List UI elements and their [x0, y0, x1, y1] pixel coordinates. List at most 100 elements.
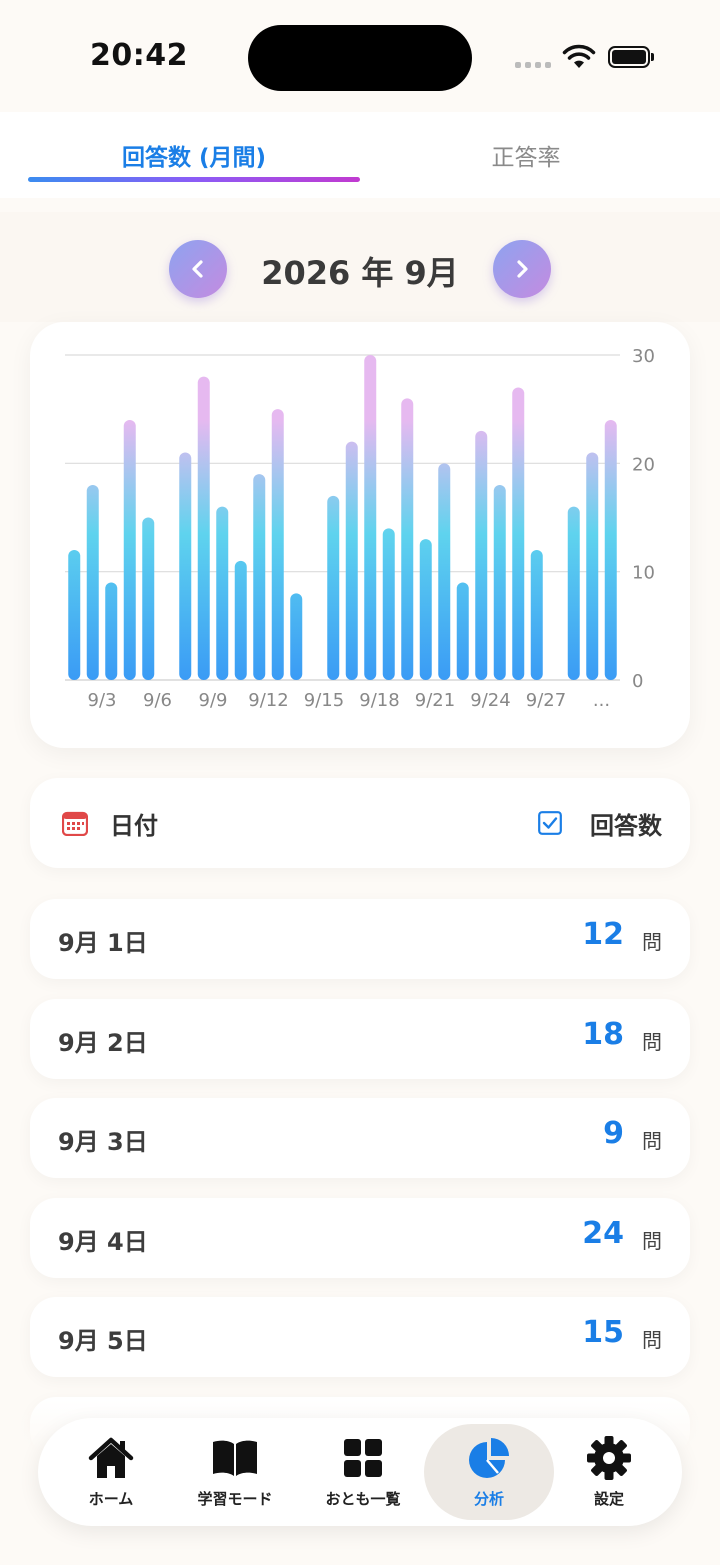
x-tick-label: 9/15	[304, 690, 344, 711]
bar-9/20[interactable]	[419, 539, 432, 680]
dynamic-island	[248, 25, 472, 91]
chevron-left-icon	[192, 260, 203, 278]
bar-9/13[interactable]	[290, 593, 303, 680]
list-item[interactable]: 9月 4日 24 問	[30, 1198, 690, 1278]
row-date: 9月 4日	[58, 1228, 148, 1256]
bar-9/18[interactable]	[382, 528, 395, 680]
bar-9/10[interactable]	[234, 560, 247, 680]
bar-9/28[interactable]	[567, 506, 580, 680]
bar-9/4[interactable]	[123, 420, 136, 680]
x-tick-label: 9/18	[359, 690, 399, 711]
list-item[interactable]: 9月 1日 12 問	[30, 899, 690, 979]
x-tick-label: 9/12	[248, 690, 288, 711]
bar-9/21[interactable]	[438, 463, 451, 680]
nav-analysis-label: 分析	[473, 1490, 504, 1508]
x-tick-label: ...	[593, 690, 610, 711]
gear-icon	[587, 1436, 631, 1480]
bar-9/19[interactable]	[401, 398, 414, 680]
checkbox-icon	[538, 811, 562, 835]
list-item[interactable]: 9月 2日 18 問	[30, 999, 690, 1079]
chevron-right-icon	[517, 260, 528, 278]
bar-9/23[interactable]	[475, 430, 488, 680]
grid-icon	[344, 1439, 382, 1477]
wifi-icon	[562, 44, 596, 68]
pie-chart-icon	[469, 1438, 509, 1478]
bar-9/12[interactable]	[271, 409, 284, 680]
bar-9/25[interactable]	[512, 387, 525, 681]
calendar-icon	[62, 811, 88, 836]
bar-9/9[interactable]	[216, 506, 229, 680]
bar-9/3[interactable]	[105, 582, 118, 681]
bottom-nav: ホーム 学習モード おとも一覧 分析 設定	[38, 1418, 682, 1526]
bar-9/1[interactable]	[68, 550, 81, 680]
bar-9/2[interactable]	[86, 485, 99, 680]
row-count: 9	[603, 1116, 624, 1151]
nav-settings[interactable]: 設定	[546, 1418, 672, 1526]
row-unit: 問	[642, 1328, 662, 1352]
date-column-label: 日付	[110, 812, 158, 840]
month-navigator: 2026 年 9月	[0, 212, 720, 322]
row-date: 9月 5日	[58, 1327, 148, 1355]
home-icon	[88, 1437, 134, 1478]
x-tick-label: 9/3	[88, 690, 117, 711]
bar-9/16[interactable]	[345, 441, 358, 680]
list-item[interactable]: 9月 3日 9 問	[30, 1098, 690, 1178]
bar-9/7[interactable]	[179, 452, 192, 681]
nav-settings-label: 設定	[593, 1490, 624, 1508]
month-title: 2026 年 9月	[261, 254, 459, 292]
bar-9/11[interactable]	[253, 474, 266, 680]
bar-9/17[interactable]	[364, 355, 377, 680]
active-tab-indicator	[28, 177, 360, 182]
bar-9/15[interactable]	[327, 495, 340, 680]
bar-9/22[interactable]	[456, 582, 469, 681]
row-count: 15	[582, 1315, 624, 1350]
row-count: 12	[582, 917, 624, 952]
nav-home-label: ホーム	[88, 1490, 134, 1508]
bar-9/24[interactable]	[493, 485, 506, 680]
list-header: 日付 回答数	[30, 778, 690, 868]
prev-month-button[interactable]	[169, 240, 227, 298]
nav-otomo-list[interactable]: おとも一覧	[300, 1418, 426, 1526]
y-tick-label: 0	[632, 671, 643, 692]
bar-9/29[interactable]	[586, 452, 599, 681]
next-month-button[interactable]	[493, 240, 551, 298]
count-column-label: 回答数	[590, 812, 662, 840]
x-tick-label: 9/9	[199, 690, 228, 711]
row-unit: 問	[642, 930, 662, 954]
book-icon	[213, 1440, 257, 1476]
row-count: 18	[582, 1017, 624, 1052]
nav-study-mode[interactable]: 学習モード	[172, 1418, 298, 1526]
row-unit: 問	[642, 1229, 662, 1253]
segment-tabs: 回答数 (月間) 正答率	[0, 112, 720, 198]
nav-home[interactable]: ホーム	[48, 1418, 174, 1526]
y-tick-label: 20	[632, 454, 655, 475]
battery-icon	[608, 46, 654, 68]
list-item[interactable]: 9月 5日 15 問	[30, 1297, 690, 1377]
row-count: 24	[582, 1216, 624, 1251]
row-date: 9月 1日	[58, 929, 148, 957]
tab-monthly-answers[interactable]: 回答数 (月間)	[14, 112, 374, 198]
bar-chart: 0 10 20 30 9/3 9/6 9/9 9/12 9/15 9/18 9/21 9/24 9/2…	[65, 346, 655, 711]
y-tick-label: 30	[632, 346, 655, 367]
bar-9/26[interactable]	[530, 550, 543, 680]
x-tick-label: 9/21	[415, 690, 455, 711]
tab-accuracy[interactable]: 正答率	[346, 112, 706, 198]
status-time: 20:42	[90, 38, 188, 73]
x-tick-label: 9/6	[143, 690, 172, 711]
row-date: 9月 2日	[58, 1029, 148, 1057]
nav-otomo-list-label: おとも一覧	[325, 1490, 401, 1508]
y-tick-label: 10	[632, 563, 655, 584]
bar-9/8[interactable]	[197, 376, 210, 680]
nav-study-mode-label: 学習モード	[197, 1490, 273, 1508]
row-date: 9月 3日	[58, 1128, 148, 1156]
bar-9/30[interactable]	[604, 420, 617, 680]
x-tick-label: 9/27	[526, 690, 566, 711]
bar-9/5[interactable]	[142, 517, 155, 681]
status-bar: 20:42	[0, 0, 720, 110]
chart-card: 0 10 20 30 9/3 9/6 9/9 9/12 9/15 9/18 9/21 9/24 9/2…	[30, 322, 690, 748]
row-unit: 問	[642, 1030, 662, 1054]
row-unit: 問	[642, 1129, 662, 1153]
x-tick-label: 9/24	[470, 690, 510, 711]
nav-analysis[interactable]: 分析	[424, 1424, 554, 1520]
signal-icon	[515, 62, 551, 68]
